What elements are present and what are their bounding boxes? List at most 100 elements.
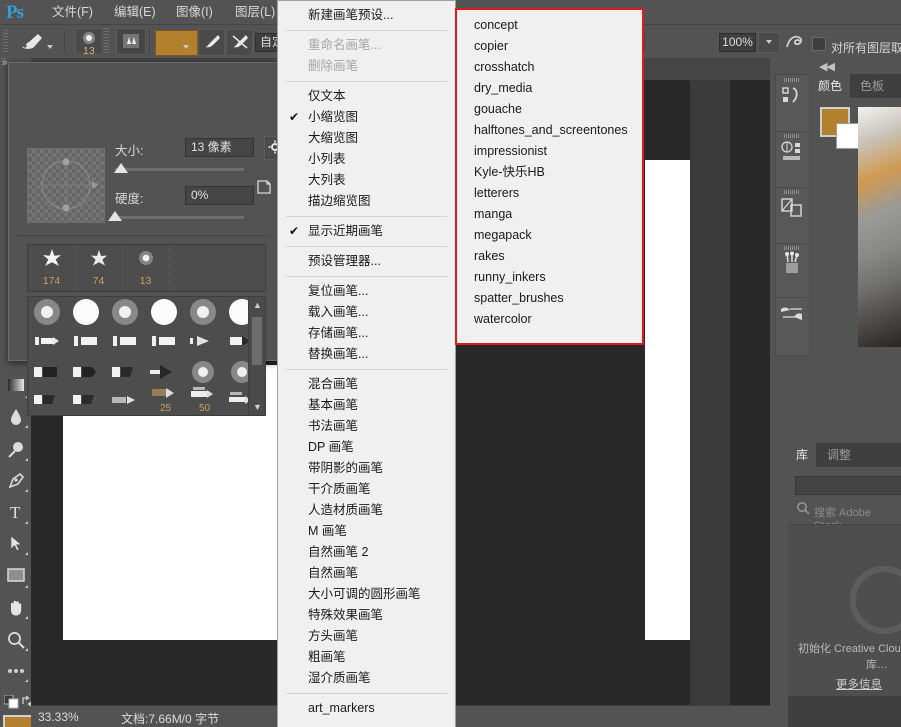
- toolbox-expand-icon[interactable]: »: [2, 57, 7, 68]
- flow-value-field[interactable]: 100%: [719, 33, 756, 52]
- dodge-tool[interactable]: [3, 436, 29, 462]
- type-tool[interactable]: T: [3, 499, 29, 525]
- airbrush-icon[interactable]: [198, 29, 225, 56]
- flow-dropdown-icon[interactable]: [758, 32, 780, 53]
- blur-tool[interactable]: [3, 403, 29, 429]
- tab-libraries[interactable]: 库: [788, 443, 816, 467]
- menu-item[interactable]: 带阴影的画笔: [278, 458, 455, 479]
- submenu-item[interactable]: impressionist: [457, 141, 642, 162]
- scroll-thumb[interactable]: [252, 317, 262, 365]
- brush-preset-scrollbar[interactable]: ▲ ▼: [248, 297, 265, 415]
- zoom-tool[interactable]: [3, 626, 29, 652]
- library-dropdown[interactable]: [795, 476, 901, 495]
- menu-item[interactable]: 小列表: [278, 149, 455, 170]
- menu-item[interactable]: 大列表: [278, 170, 455, 191]
- gradient-tool[interactable]: [3, 373, 29, 399]
- brush-preset-item[interactable]: 25: [146, 384, 185, 414]
- menu-item[interactable]: art_markers: [278, 698, 455, 719]
- submenu-item[interactable]: gouache: [457, 99, 642, 120]
- brush-size-slider-knob[interactable]: [114, 163, 128, 173]
- menu-file[interactable]: 文件(F): [48, 4, 97, 21]
- submenu-item[interactable]: letterers: [457, 183, 642, 204]
- brush-preset-item[interactable]: 50: [185, 384, 224, 414]
- menu-item[interactable]: 粗画笔: [278, 647, 455, 668]
- brush-presets-icon[interactable]: [776, 297, 807, 345]
- menu-item[interactable]: 方头画笔: [278, 626, 455, 647]
- color-ramp[interactable]: [858, 107, 901, 347]
- options-bar-grip[interactable]: [3, 30, 8, 53]
- menu-item[interactable]: 大缩览图: [278, 128, 455, 149]
- brush-preset-item[interactable]: [29, 388, 68, 418]
- submenu-item[interactable]: watercolor: [457, 309, 642, 330]
- submenu-item[interactable]: concept: [457, 15, 642, 36]
- hand-tool[interactable]: [3, 594, 29, 620]
- brushes-panel-icon[interactable]: [776, 131, 807, 188]
- menu-item[interactable]: 描边缩览图: [278, 191, 455, 212]
- brush-size-slider-track[interactable]: [115, 168, 244, 171]
- menu-item[interactable]: DP 画笔: [278, 437, 455, 458]
- brush-preset-item[interactable]: [185, 328, 224, 358]
- menu-item[interactable]: 自然画笔 2: [278, 542, 455, 563]
- brush-preset-item[interactable]: [68, 359, 107, 389]
- menu-item[interactable]: 人造材质画笔: [278, 500, 455, 521]
- brush-settings-icon[interactable]: [776, 75, 807, 132]
- brush-preset-grip[interactable]: [104, 28, 109, 54]
- brush-preset-item[interactable]: [29, 359, 68, 389]
- recent-brush-item[interactable]: 174: [28, 245, 76, 289]
- menu-item[interactable]: 替换画笔...: [278, 344, 455, 365]
- brush-options-flyout-menu[interactable]: 新建画笔预设...重命名画笔...删除画笔仅文本✔小缩览图大缩览图小列表大列表描…: [277, 0, 456, 727]
- rectangle-tool[interactable]: [3, 563, 29, 589]
- tab-adjustments[interactable]: 调整: [819, 443, 859, 467]
- pen-tool[interactable]: [3, 467, 29, 493]
- menu-item[interactable]: 新建画笔预设...: [278, 5, 455, 26]
- menu-item[interactable]: ✔小缩览图: [278, 107, 455, 128]
- zoom-level[interactable]: 33.33%: [38, 710, 79, 724]
- tab-swatches[interactable]: 色板: [852, 74, 892, 98]
- menu-edit[interactable]: 编辑(E): [110, 4, 160, 21]
- brush-hardness-slider-knob[interactable]: [108, 211, 122, 221]
- submenu-item[interactable]: halftones_and_screentones: [457, 120, 642, 141]
- brush-hardness-slider-track[interactable]: [115, 216, 244, 219]
- menu-item[interactable]: 复位画笔...: [278, 281, 455, 302]
- brush-preset-item[interactable]: [185, 298, 224, 328]
- submenu-item[interactable]: copier: [457, 36, 642, 57]
- menu-item[interactable]: 预设管理器...: [278, 251, 455, 272]
- menu-layer[interactable]: 图层(L): [231, 4, 279, 21]
- brush-preset-item[interactable]: [107, 298, 146, 328]
- submenu-item[interactable]: dry_media: [457, 78, 642, 99]
- menu-item[interactable]: 自然画笔: [278, 563, 455, 584]
- recent-brush-item[interactable]: 74: [75, 245, 123, 289]
- submenu-item[interactable]: megapack: [457, 225, 642, 246]
- pressure-size-icon[interactable]: [226, 29, 253, 56]
- brush-preset-item[interactable]: [68, 328, 107, 358]
- brush-tool-icon[interactable]: [18, 31, 46, 54]
- brush-size-value[interactable]: 13 像素: [185, 138, 254, 157]
- menu-item[interactable]: 湿介质画笔: [278, 668, 455, 689]
- menu-item[interactable]: 基本画笔: [278, 395, 455, 416]
- smoothing-options-icon[interactable]: [784, 32, 806, 55]
- submenu-item[interactable]: crosshatch: [457, 57, 642, 78]
- brush-hardness-value[interactable]: 0%: [185, 186, 254, 205]
- clone-source-icon[interactable]: [776, 187, 807, 244]
- scroll-up-icon[interactable]: ▲: [253, 300, 262, 310]
- brush-preset-list[interactable]: 25 50 ▲ ▼: [27, 296, 266, 416]
- brush-preset-item[interactable]: [146, 298, 185, 328]
- menu-item[interactable]: 载入画笔...: [278, 302, 455, 323]
- foreground-color[interactable]: [3, 715, 33, 727]
- menu-item[interactable]: M 画笔: [278, 521, 455, 542]
- brush-preset-item[interactable]: [29, 298, 68, 328]
- path-selection-tool[interactable]: [3, 530, 29, 556]
- submenu-item[interactable]: Kyle-快乐HB: [457, 162, 642, 183]
- tool-presets-icon[interactable]: [776, 243, 807, 298]
- edit-toolbar-ellipsis-icon[interactable]: [3, 665, 29, 681]
- menu-item[interactable]: 存储画笔...: [278, 323, 455, 344]
- menu-item[interactable]: 干介质画笔: [278, 479, 455, 500]
- menu-item[interactable]: 仅文本: [278, 86, 455, 107]
- submenu-item[interactable]: spatter_brushes: [457, 288, 642, 309]
- brush-preset-item[interactable]: [68, 388, 107, 418]
- brush-library-submenu[interactable]: conceptcopiercrosshatchdry_mediagouacheh…: [455, 8, 644, 345]
- brush-preset-item[interactable]: [107, 359, 146, 389]
- brush-preset-item[interactable]: [107, 328, 146, 358]
- submenu-item[interactable]: manga: [457, 204, 642, 225]
- foreground-color-swatch[interactable]: [155, 30, 198, 56]
